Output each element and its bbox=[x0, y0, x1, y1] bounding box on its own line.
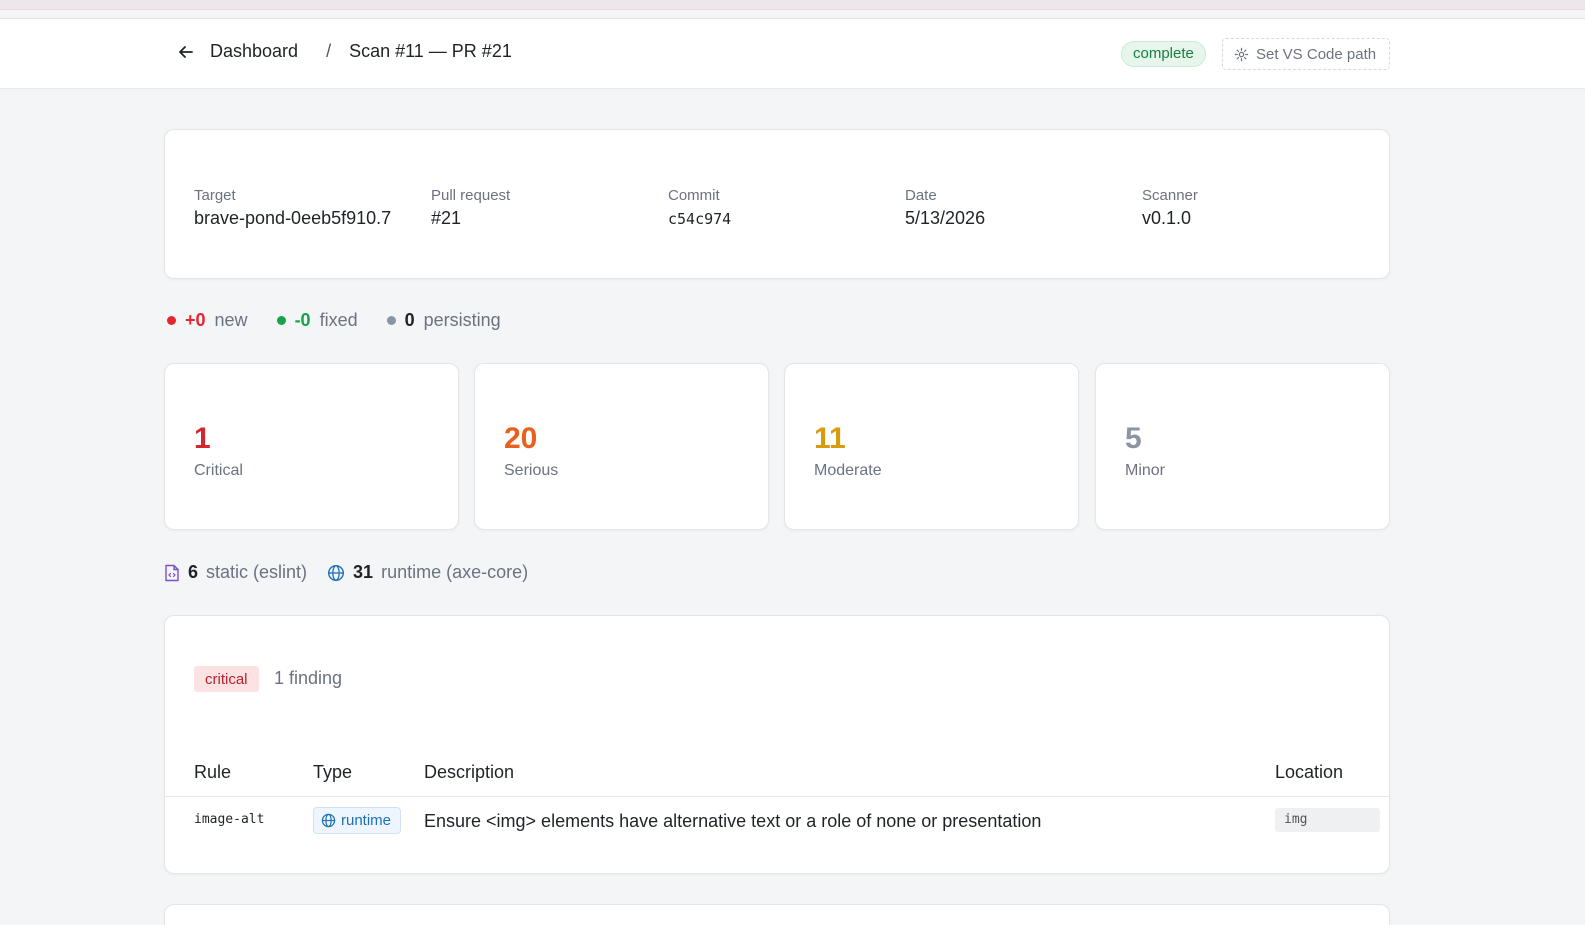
breadcrumb: Dashboard / Scan #11 — PR #21 bbox=[176, 41, 512, 62]
meta-value: c54c974 bbox=[668, 210, 732, 228]
meta-value: brave-pond-0eeb5f910.7 bbox=[194, 208, 392, 228]
breadcrumb-dashboard-link[interactable]: Dashboard bbox=[210, 41, 298, 62]
red-dot-icon bbox=[167, 316, 176, 325]
meta-value: #21 bbox=[431, 208, 462, 228]
breadcrumb-separator: / bbox=[326, 41, 332, 61]
severity-card-serious[interactable]: 20 Serious bbox=[474, 363, 769, 530]
globe-icon bbox=[321, 813, 336, 828]
meta-pull-request: Pull request #21 bbox=[431, 187, 510, 229]
severity-count: 11 bbox=[814, 422, 846, 455]
meta-label: Date bbox=[905, 187, 937, 204]
delta-persisting: 0 persisting bbox=[386, 310, 501, 331]
gear-icon bbox=[1234, 47, 1249, 62]
delta-fixed-count: -0 bbox=[294, 310, 311, 330]
findings-card-critical: critical 1 finding Rule Type Description… bbox=[164, 615, 1390, 874]
severity-count: 5 bbox=[1125, 422, 1142, 455]
severity-label: Critical bbox=[194, 462, 243, 479]
source-runtime-label: runtime (axe-core) bbox=[381, 562, 529, 582]
severity-card-critical[interactable]: 1 Critical bbox=[164, 363, 459, 530]
meta-label: Commit bbox=[668, 187, 720, 204]
page-header: Dashboard / Scan #11 — PR #21 complete S… bbox=[0, 18, 1585, 89]
delta-summary: +0 new -0 fixed 0 persisting bbox=[167, 310, 530, 331]
meta-target: Target brave-pond-0eeb5f910.7 bbox=[194, 187, 391, 229]
severity-card-minor[interactable]: 5 Minor bbox=[1095, 363, 1390, 530]
source-runtime-count: 31 bbox=[353, 562, 374, 582]
finding-count: 1 finding bbox=[274, 668, 343, 688]
meta-label: Scanner bbox=[1142, 187, 1198, 204]
next-findings-card bbox=[164, 904, 1390, 925]
delta-fixed-label: fixed bbox=[319, 310, 358, 330]
browser-top-strip bbox=[0, 0, 1585, 10]
location-cell[interactable]: img bbox=[1275, 808, 1380, 832]
delta-fixed: -0 fixed bbox=[276, 310, 358, 331]
type-badge[interactable]: runtime bbox=[313, 807, 402, 834]
column-header-type: Type bbox=[313, 762, 353, 782]
type-label: runtime bbox=[341, 812, 392, 829]
meta-value: v0.1.0 bbox=[1142, 208, 1192, 228]
source-summary: 6 static (eslint) 31 runtime (axe-core) bbox=[164, 562, 548, 583]
meta-value: 5/13/2026 bbox=[905, 208, 986, 228]
arrow-left-icon[interactable] bbox=[176, 42, 196, 62]
delta-new: +0 new bbox=[167, 310, 248, 331]
scan-metadata-card: Target brave-pond-0eeb5f910.7 Pull reque… bbox=[164, 129, 1390, 279]
severity-label: Serious bbox=[504, 462, 559, 479]
source-runtime: 31 runtime (axe-core) bbox=[327, 562, 528, 583]
delta-new-count: +0 bbox=[185, 310, 206, 330]
severity-card-moderate[interactable]: 11 Moderate bbox=[784, 363, 1079, 530]
table-divider bbox=[165, 796, 1389, 797]
source-static-count: 6 bbox=[188, 562, 199, 582]
source-static-label: static (eslint) bbox=[206, 562, 308, 582]
meta-scanner: Scanner v0.1.0 bbox=[1142, 187, 1198, 229]
description-cell: Ensure <img> elements have alternative t… bbox=[424, 811, 1042, 831]
set-vscode-path-button[interactable]: Set VS Code path bbox=[1222, 38, 1390, 70]
severity-count: 1 bbox=[194, 422, 211, 455]
file-code-icon bbox=[165, 564, 179, 581]
severity-badge: critical bbox=[194, 666, 259, 692]
delta-persisting-label: persisting bbox=[423, 310, 501, 330]
column-header-rule: Rule bbox=[194, 762, 232, 782]
meta-date: Date 5/13/2026 bbox=[905, 187, 985, 229]
severity-count: 20 bbox=[504, 422, 538, 455]
gray-dot-icon bbox=[386, 316, 396, 325]
meta-label: Target bbox=[194, 187, 236, 204]
breadcrumb-current: Scan #11 — PR #21 bbox=[349, 41, 512, 61]
delta-persisting-count: 0 bbox=[404, 310, 415, 330]
delta-new-label: new bbox=[214, 310, 248, 330]
severity-label: Moderate bbox=[814, 462, 882, 479]
column-header-location: Location bbox=[1275, 762, 1344, 782]
green-dot-icon bbox=[276, 316, 286, 325]
status-badge: complete bbox=[1121, 41, 1206, 67]
globe-icon bbox=[328, 564, 345, 581]
source-static: 6 static (eslint) bbox=[164, 562, 307, 583]
rule-cell: image-alt bbox=[194, 812, 265, 827]
severity-label: Minor bbox=[1125, 462, 1166, 479]
set-vscode-path-label: Set VS Code path bbox=[1256, 45, 1377, 63]
column-header-description: Description bbox=[424, 762, 515, 782]
meta-label: Pull request bbox=[431, 187, 511, 204]
meta-commit: Commit c54c974 bbox=[668, 187, 731, 228]
